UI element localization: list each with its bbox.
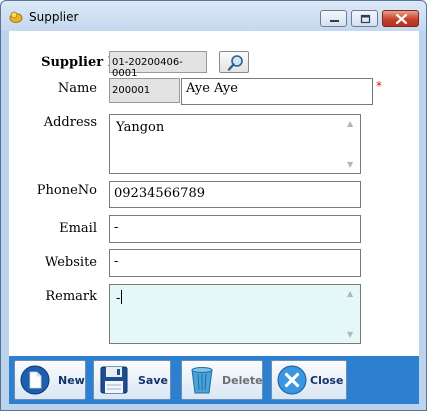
close-button-label: Close [310, 374, 344, 387]
maximize-button[interactable] [351, 10, 378, 27]
scroll-up-icon: ▲ [347, 119, 354, 128]
website-input[interactable]: - [109, 249, 361, 277]
scroll-down-icon: ▼ [347, 330, 354, 339]
supplier-app-icon [9, 11, 23, 23]
minimize-icon [330, 20, 339, 22]
magnifier-icon [227, 55, 243, 71]
email-label: Email [59, 221, 97, 236]
remark-textarea[interactable]: - ▲ ▼ [109, 284, 361, 344]
website-label: Website [44, 255, 97, 270]
close-window-button[interactable] [382, 10, 419, 27]
address-text: Yangon [116, 120, 165, 135]
name-label: Name [57, 81, 97, 96]
address-textarea[interactable]: Yangon ▲ ▼ [109, 114, 361, 174]
minimize-button[interactable] [320, 10, 347, 27]
delete-button[interactable]: Delete [181, 360, 263, 400]
action-toolbar: New Save Delete Close [9, 356, 419, 404]
save-button[interactable]: Save [93, 360, 171, 400]
new-button[interactable]: New [14, 360, 86, 400]
search-supplier-button[interactable] [219, 51, 249, 73]
close-button[interactable]: Close [271, 360, 347, 400]
address-label: Address [43, 115, 97, 130]
title-bar[interactable]: Supplier [1, 1, 426, 31]
close-circle-icon [277, 365, 307, 395]
phone-input[interactable]: 09234566789 [109, 181, 361, 208]
close-x-icon [395, 13, 408, 25]
new-button-label: New [58, 374, 85, 387]
new-document-icon [20, 365, 50, 395]
name-input[interactable]: Aye Aye [181, 78, 373, 105]
remark-scrollbar[interactable]: ▲ ▼ [345, 286, 359, 342]
text-cursor [121, 290, 123, 304]
save-button-label: Save [138, 374, 168, 387]
delete-button-label: Delete [222, 374, 263, 387]
phone-label: PhoneNo [36, 183, 97, 198]
name-code-field: 200001 [109, 78, 180, 103]
required-asterisk: * [376, 79, 382, 93]
maximize-icon [360, 14, 371, 24]
floppy-disk-icon [100, 366, 128, 394]
supplier-window: Supplier Supplier ID 01-20200406-0001 Na… [0, 0, 427, 411]
window-title: Supplier [29, 10, 79, 24]
email-input[interactable]: - [109, 215, 361, 243]
remark-text: - [116, 291, 121, 306]
scroll-up-icon: ▲ [347, 289, 354, 298]
trash-bin-icon [191, 367, 213, 394]
remark-label: Remark [45, 289, 97, 304]
scroll-down-icon: ▼ [347, 160, 354, 169]
form-area: Supplier ID 01-20200406-0001 Name 200001… [9, 31, 419, 356]
address-scrollbar[interactable]: ▲ ▼ [345, 116, 359, 172]
supplier-id-field: 01-20200406-0001 [109, 51, 207, 79]
